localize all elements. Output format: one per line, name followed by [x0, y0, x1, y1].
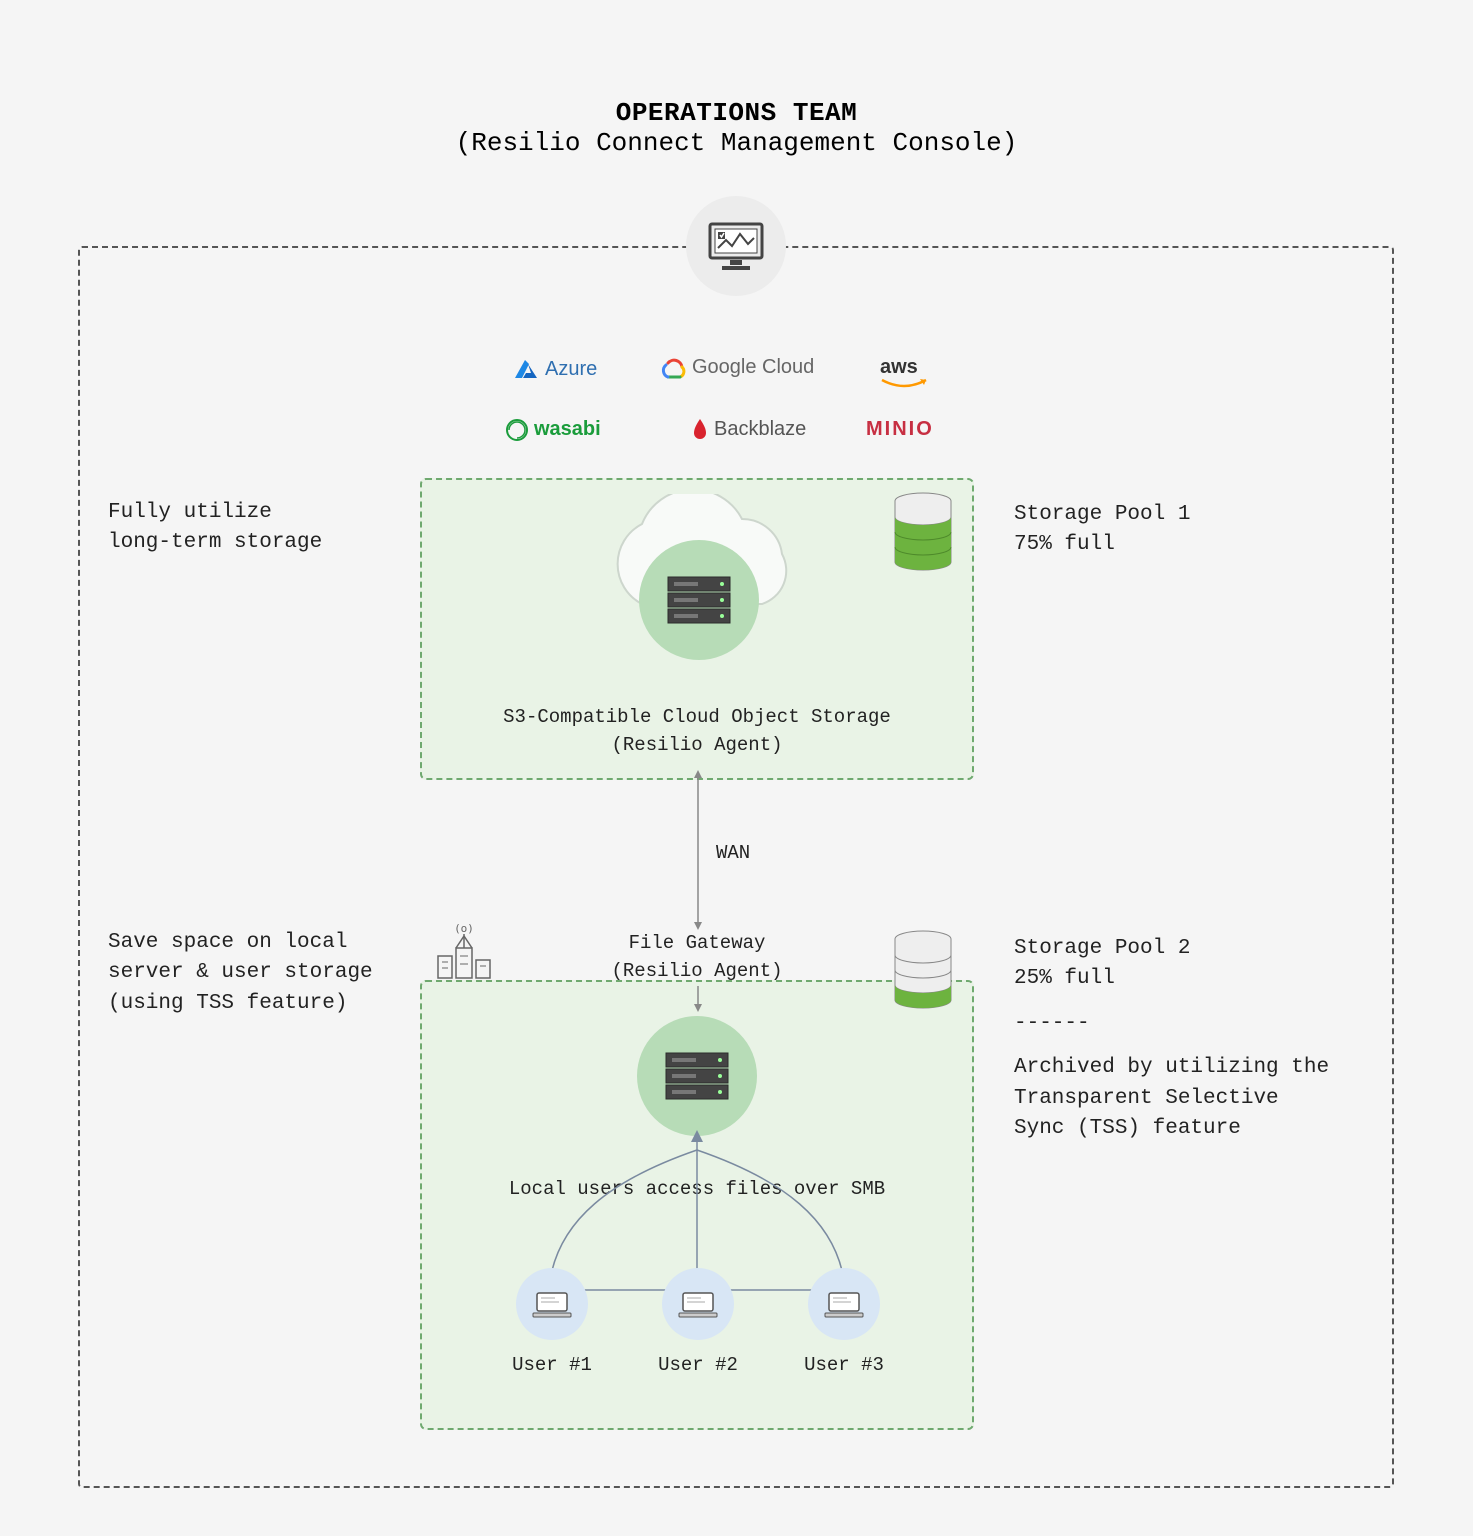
- monitor-icon: [706, 220, 766, 272]
- server-icon: [664, 1051, 730, 1101]
- logo-azure: Azure: [515, 358, 597, 381]
- pool1-label: Storage Pool 1 75% full: [1014, 500, 1190, 561]
- user1-node: [516, 1268, 588, 1340]
- wan-label: WAN: [716, 840, 750, 868]
- gateway-arrow: [694, 986, 702, 1012]
- gateway-server-node: [637, 1016, 757, 1136]
- logo-wasabi: wasabi: [506, 418, 601, 441]
- cloud-storage-box: S3-Compatible Cloud Object Storage (Resi…: [420, 478, 974, 780]
- gateway-caption: File Gateway (Resilio Agent): [420, 930, 974, 985]
- cloud-caption: S3-Compatible Cloud Object Storage (Resi…: [422, 704, 972, 759]
- wan-connector: [694, 770, 702, 930]
- user2-node: [662, 1268, 734, 1340]
- logo-google-cloud: Google Cloud: [660, 356, 814, 379]
- database-icon: [892, 492, 954, 572]
- diagram-subtitle: (Resilio Connect Management Console): [0, 128, 1473, 158]
- laptop-icon: [677, 1289, 719, 1319]
- caption-long-term: Fully utilize long-term storage: [108, 498, 322, 559]
- laptop-icon: [531, 1289, 573, 1319]
- user1-label: User #1: [496, 1352, 608, 1380]
- database-icon: [892, 930, 954, 1010]
- logo-minio: MINIO: [866, 418, 934, 441]
- caption-save-space: Save space on local server & user storag…: [108, 928, 373, 1019]
- console-badge: [686, 196, 786, 296]
- laptop-icon: [823, 1289, 865, 1319]
- logo-aws: aws: [880, 356, 918, 379]
- user3-label: User #3: [788, 1352, 900, 1380]
- cloud-server-node: [639, 540, 759, 660]
- logo-backblaze: Backblaze: [692, 418, 806, 441]
- user3-node: [808, 1268, 880, 1340]
- user2-label: User #2: [642, 1352, 754, 1380]
- diagram-title: OPERATIONS TEAM: [0, 98, 1473, 128]
- pool2-label: Storage Pool 2 25% full ------ Archived …: [1014, 934, 1329, 1145]
- server-icon: [666, 575, 732, 625]
